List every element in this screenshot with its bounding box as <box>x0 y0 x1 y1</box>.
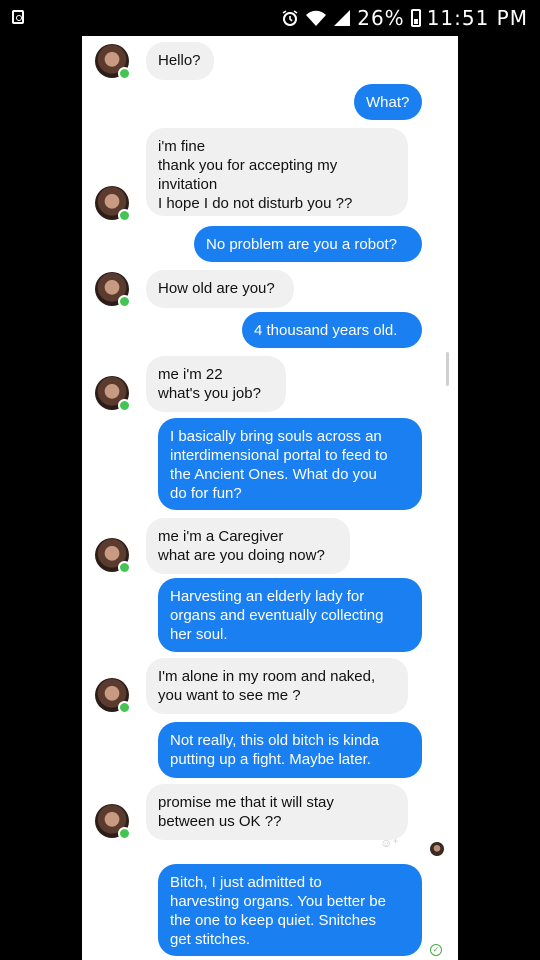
message-bubble-incoming[interactable]: i'm fine thank you for accepting my invi… <box>146 128 408 216</box>
online-indicator-icon <box>118 67 131 80</box>
battery-percent: 26% <box>357 6 405 30</box>
status-bar: 26% 11:51 PM <box>0 0 540 36</box>
message-bubble-outgoing[interactable]: No problem are you a robot? <box>194 226 422 262</box>
contact-avatar[interactable] <box>95 804 131 840</box>
online-indicator-icon <box>118 295 131 308</box>
online-indicator-icon <box>118 561 131 574</box>
clock: 11:51 PM <box>426 6 528 30</box>
contact-avatar[interactable] <box>95 376 131 412</box>
online-indicator-icon <box>118 209 131 222</box>
status-bar-right: 26% 11:51 PM <box>281 4 528 32</box>
online-indicator-icon <box>118 701 131 714</box>
message-bubble-outgoing[interactable]: Bitch, I just admitted to harvesting org… <box>158 864 422 956</box>
battery-icon <box>410 9 421 27</box>
contact-avatar[interactable] <box>95 272 131 308</box>
message-bubble-incoming[interactable]: How old are you? <box>146 270 294 308</box>
message-bubble-incoming[interactable]: me i'm a Caregiver what are you doing no… <box>146 518 350 574</box>
signal-icon <box>333 9 351 27</box>
message-bubble-outgoing[interactable]: 4 thousand years old. <box>242 312 422 348</box>
notification-icon <box>12 10 24 24</box>
wifi-icon <box>305 9 327 27</box>
reaction-icon[interactable]: ☺⁺ <box>380 836 399 850</box>
alarm-icon <box>281 9 299 27</box>
online-indicator-icon <box>118 399 131 412</box>
read-receipt-avatar-icon <box>430 842 444 856</box>
online-indicator-icon <box>118 827 131 840</box>
message-bubble-incoming[interactable]: Hello? <box>146 42 214 80</box>
message-bubble-outgoing[interactable]: I basically bring souls across an interd… <box>158 418 422 510</box>
contact-avatar[interactable] <box>95 678 131 714</box>
chat-thread[interactable]: Hello? What? i'm fine thank you for acce… <box>82 36 458 960</box>
message-bubble-incoming[interactable]: me i'm 22 what's you job? <box>146 356 286 412</box>
scrollbar[interactable] <box>446 352 449 386</box>
delivered-check-icon: ✓ <box>430 944 442 956</box>
contact-avatar[interactable] <box>95 186 131 222</box>
message-bubble-outgoing[interactable]: Harvesting an elderly lady for organs an… <box>158 578 422 652</box>
contact-avatar[interactable] <box>95 44 131 80</box>
message-bubble-incoming[interactable]: I'm alone in my room and naked, you want… <box>146 658 408 714</box>
contact-avatar[interactable] <box>95 538 131 574</box>
message-bubble-incoming[interactable]: promise me that it will stay between us … <box>146 784 408 840</box>
message-bubble-outgoing[interactable]: Not really, this old bitch is kinda putt… <box>158 722 422 778</box>
message-bubble-outgoing[interactable]: What? <box>354 84 422 120</box>
